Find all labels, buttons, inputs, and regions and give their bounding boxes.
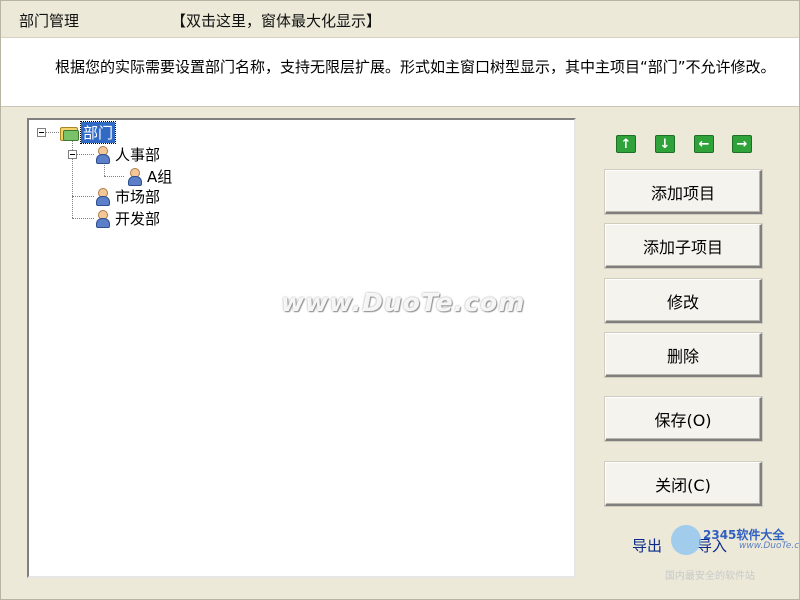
- arrow-left-icon[interactable]: ←: [694, 135, 714, 153]
- tree-node-label: 部门: [79, 120, 117, 144]
- collapse-node-toggle[interactable]: [68, 150, 77, 159]
- arrow-right-icon[interactable]: →: [732, 135, 752, 153]
- description-panel: 根据您的实际需要设置部门名称，支持无限层扩展。形式如主窗口树型显示，其中主项目“…: [1, 38, 799, 107]
- corner-logo: 2345软件大全 www.DuoTe.com: [669, 523, 800, 563]
- logo-ball-icon: [671, 525, 701, 555]
- title-bar[interactable]: 部门管理 【双击这里，窗体最大化显示】: [1, 1, 799, 38]
- tree-node-label: A组: [147, 167, 173, 186]
- tree-connector: [72, 196, 94, 197]
- folder-icon: [59, 123, 79, 141]
- corner-caption: 国内最安全的软件站: [665, 571, 755, 582]
- person-icon: [93, 145, 111, 164]
- duote-watermark: www.DuoTe.com: [281, 288, 526, 317]
- tree-connector: [104, 162, 105, 176]
- maximize-hint[interactable]: 【双击这里，窗体最大化显示】: [171, 10, 381, 31]
- department-management-window: 部门管理 【双击这里，窗体最大化显示】 根据您的实际需要设置部门名称，支持无限层…: [0, 0, 800, 600]
- delete-button[interactable]: 删除: [605, 333, 762, 377]
- tree-node-label: 人事部: [115, 145, 161, 164]
- department-tree[interactable]: 部门 人事部 A组 市场部 开发部: [27, 118, 576, 578]
- add-item-button[interactable]: 添加项目: [605, 170, 762, 214]
- tree-connector: [104, 176, 124, 177]
- person-icon: [93, 187, 111, 206]
- collapse-root-toggle[interactable]: [37, 128, 46, 137]
- person-icon: [125, 167, 143, 186]
- add-subitem-button[interactable]: 添加子项目: [605, 224, 762, 268]
- tree-node-development[interactable]: 开发部: [93, 208, 160, 228]
- modify-button[interactable]: 修改: [605, 279, 762, 323]
- tree-node-marketing[interactable]: 市场部: [93, 186, 160, 206]
- description-text: 根据您的实际需要设置部门名称，支持无限层扩展。形式如主窗口树型显示，其中主项目“…: [55, 58, 776, 76]
- export-link[interactable]: 导出: [632, 535, 662, 556]
- tree-node-root[interactable]: 部门: [59, 120, 117, 144]
- person-icon: [93, 209, 111, 228]
- arrow-down-icon[interactable]: ↓: [655, 135, 675, 153]
- close-button[interactable]: 关闭(C): [605, 462, 762, 506]
- tree-node-label: 市场部: [115, 187, 161, 206]
- arrow-up-icon[interactable]: ↑: [616, 135, 636, 153]
- tree-node-hr[interactable]: 人事部: [93, 144, 160, 164]
- tree-connector: [72, 218, 94, 219]
- window-title: 部门管理: [19, 12, 80, 30]
- save-button[interactable]: 保存(O): [605, 397, 762, 441]
- corner-logo-url: www.DuoTe.com: [739, 541, 800, 551]
- tree-node-label: 开发部: [115, 209, 161, 228]
- tree-node-group-a[interactable]: A组: [125, 166, 172, 186]
